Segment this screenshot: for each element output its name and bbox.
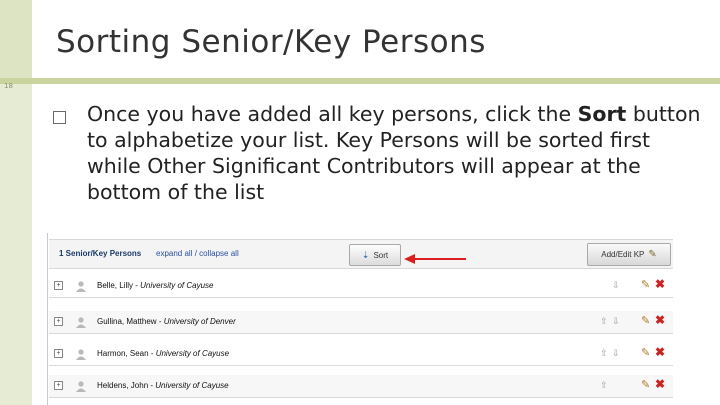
move-up-icon[interactable]: ⇧	[600, 348, 608, 359]
person-icon	[76, 349, 86, 360]
bullet-marker	[53, 111, 66, 124]
person-name-text: Belle, Lilly	[97, 281, 134, 290]
delete-x-icon[interactable]: ✖	[655, 377, 665, 391]
move-down-icon[interactable]: ⇩	[612, 348, 620, 359]
pencil-icon[interactable]: ✎	[641, 378, 650, 391]
table-row[interactable]: + Harmon, Sean - University of Cayuse ⇧ …	[49, 343, 673, 366]
person-name: Belle, Lilly - University of Cayuse	[97, 281, 213, 290]
person-name: Harmon, Sean - University of Cayuse	[97, 349, 229, 358]
person-name-text: Gullina, Matthew	[97, 317, 157, 326]
slide-title: Sorting Senior/Key Persons	[56, 24, 486, 60]
add-edit-kp-label: Add/Edit KP	[601, 250, 645, 259]
table-row[interactable]: + Gullina, Matthew - University of Denve…	[49, 311, 673, 334]
expand-icon[interactable]: +	[54, 349, 63, 358]
panel-header: 1 Senior/Key Persons expand all / collap…	[49, 239, 673, 269]
move-up-icon[interactable]: ⇧	[600, 316, 608, 327]
person-icon	[76, 317, 86, 328]
sort-button[interactable]: ⇣ Sort	[349, 244, 401, 266]
person-org: University of Cayuse	[155, 381, 229, 390]
person-icon	[76, 281, 86, 292]
pencil-icon[interactable]: ✎	[641, 278, 650, 291]
person-icon	[76, 381, 86, 392]
expand-icon[interactable]: +	[54, 381, 63, 390]
person-org: University of Cayuse	[155, 349, 230, 358]
expand-collapse-link[interactable]: expand all / collapse all	[156, 249, 239, 258]
sort-button-label: Sort	[373, 250, 389, 260]
pencil-icon[interactable]: ✎	[641, 346, 650, 359]
person-name-text: Heldens, John	[97, 381, 149, 390]
person-name: Heldens, John - University of Cayuse	[97, 381, 229, 390]
sort-icon: ⇣	[361, 249, 370, 260]
expand-icon[interactable]: +	[54, 317, 63, 326]
move-down-icon[interactable]: ⇩	[612, 316, 620, 327]
pencil-icon: ✎	[648, 249, 657, 260]
person-name: Gullina, Matthew - University of Denver	[97, 317, 236, 326]
person-org: University of Cayuse	[140, 281, 214, 290]
bullet-text-before: Once you have added all key persons, cli…	[87, 102, 578, 126]
table-row[interactable]: + Heldens, John - University of Cayuse ⇧…	[49, 375, 673, 398]
delete-x-icon[interactable]: ✖	[655, 313, 665, 327]
move-up-icon[interactable]: ⇧	[600, 380, 608, 391]
pencil-icon[interactable]: ✎	[641, 314, 650, 327]
expand-icon[interactable]: +	[54, 281, 63, 290]
table-row[interactable]: + Belle, Lilly - University of Cayuse ⇩ …	[49, 275, 673, 298]
delete-x-icon[interactable]: ✖	[655, 277, 665, 291]
slide-left-bar	[0, 0, 32, 405]
person-name-text: Harmon, Sean	[97, 349, 149, 358]
add-edit-kp-button[interactable]: Add/Edit KP ✎	[587, 243, 671, 266]
delete-x-icon[interactable]: ✖	[655, 345, 665, 359]
title-divider	[0, 78, 720, 84]
pointer-arrow	[404, 254, 466, 264]
bullet-text-bold: Sort	[577, 102, 627, 126]
move-down-icon[interactable]: ⇩	[612, 280, 620, 291]
slide-number: 18	[4, 82, 13, 90]
section-title: 1 Senior/Key Persons	[59, 249, 142, 258]
person-org: University of Denver	[163, 317, 236, 326]
slide-left-bar-top	[0, 0, 32, 78]
name-org-separator: -	[148, 349, 156, 358]
key-persons-panel: 1 Senior/Key Persons expand all / collap…	[47, 233, 676, 405]
name-org-separator: -	[156, 317, 164, 326]
bullet-text: Once you have added all key persons, cli…	[87, 101, 707, 205]
